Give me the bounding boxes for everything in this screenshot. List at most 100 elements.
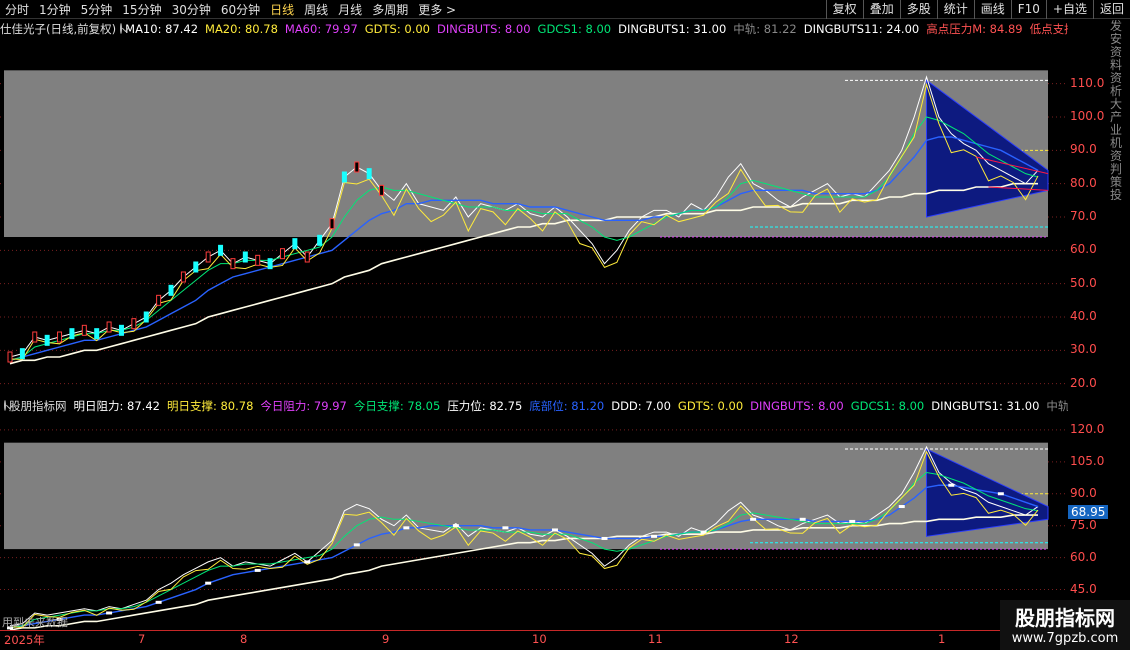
axis-tick-3: 75.0 xyxy=(1070,517,1097,532)
candle-7 xyxy=(94,328,100,340)
candle-21 xyxy=(267,258,273,270)
legend-item-6: DINGBUTS1: 31.00 xyxy=(618,21,727,36)
candle-1 xyxy=(19,348,25,360)
candle-30 xyxy=(379,184,385,196)
period-tab-5[interactable]: 60分钟 xyxy=(216,1,265,18)
legend-item-10: 低点支撑 xyxy=(1029,21,1068,36)
watermark-url: www.7gpzb.com xyxy=(1011,631,1119,646)
period-tab-2[interactable]: 5分钟 xyxy=(76,1,118,18)
period-tab-1[interactable]: 1分钟 xyxy=(34,1,76,18)
date-label-2: 8 xyxy=(240,632,248,646)
legend-item-8: DINGBUTS11: 24.00 xyxy=(803,21,920,36)
legend-item-8: DINGBUTS: 8.00 xyxy=(750,398,844,413)
action-button-7[interactable]: 返回 xyxy=(1092,0,1130,19)
period-tab-4[interactable]: 30分钟 xyxy=(167,1,216,18)
marker-72 xyxy=(898,505,905,509)
marker-60 xyxy=(750,517,757,521)
candle-3 xyxy=(44,334,50,346)
dropdown-icon[interactable] xyxy=(4,400,6,411)
axis-tick-1: 105.0 xyxy=(1070,453,1105,468)
date-label-1: 7 xyxy=(138,632,146,646)
date-axis: 2025年 7 8 9 10 11 12 1 xyxy=(0,630,1068,650)
candle-6 xyxy=(81,324,87,336)
candle-20 xyxy=(255,254,261,266)
period-tab-7[interactable]: 周线 xyxy=(299,1,333,18)
candle-15 xyxy=(193,261,199,273)
legend-item-2: MA60: 79.97 xyxy=(284,21,358,36)
candle-2 xyxy=(32,331,38,343)
legend-item-4: 压力位: 82.75 xyxy=(447,398,523,413)
action-button-2[interactable]: 多股 xyxy=(899,0,937,19)
indicator-axis: 120.0 105.0 90.0 75.0 60.0 45.0 68.95 xyxy=(1068,415,1118,630)
candle-18 xyxy=(230,258,236,270)
watermark: 股朋指标网 www.7gpzb.com xyxy=(1000,600,1130,650)
axis-tick-2: 90.0 xyxy=(1070,485,1097,500)
legend-item-9: 高点压力M: 84.89 xyxy=(926,21,1023,36)
candle-13 xyxy=(168,284,174,296)
marker-16 xyxy=(205,581,212,585)
period-tab-0[interactable]: 分时 xyxy=(0,1,34,18)
legend-item-5: GDCS1: 8.00 xyxy=(537,21,612,36)
indicator-chart[interactable] xyxy=(0,415,1068,630)
marker-28 xyxy=(353,543,360,547)
legend-item-0: MA10: 87.42 xyxy=(125,21,199,36)
date-label-4: 10 xyxy=(532,632,547,646)
stock-title[interactable]: 仕佳光子(日线,前复权) xyxy=(0,21,116,37)
main-price-axis: 110.0 100.0 90.0 80.0 70.0 60.0 50.0 40.0 30.0 20… xyxy=(1070,37,1110,397)
dropdown-icon[interactable] xyxy=(120,23,123,34)
candle-25 xyxy=(317,234,323,246)
toolbar: 分时 1分钟 5分钟 15分钟 30分钟 60分钟 日线 周线 月线 多周期 更多 > 复权 叠加 多股… xyxy=(0,0,1130,19)
legend-item-4: DINGBUTS: 8.00 xyxy=(437,21,531,36)
period-tab-6[interactable]: 日线 xyxy=(265,1,299,18)
candle-27 xyxy=(341,171,347,183)
marker-48 xyxy=(601,536,608,540)
legend-item-2: 今日阻力: 79.97 xyxy=(260,398,347,413)
candle-14 xyxy=(180,271,186,283)
marker-12 xyxy=(155,600,162,604)
candle-10 xyxy=(131,318,137,330)
axis-tick-4: 60.0 xyxy=(1070,549,1097,564)
candle-16 xyxy=(205,251,211,263)
period-tab-10[interactable]: 更多 > xyxy=(413,1,461,18)
legend-item-7: 中轨: 81.22 xyxy=(733,21,797,36)
action-button-1[interactable]: 叠加 xyxy=(862,0,900,19)
main-price-chart[interactable] xyxy=(0,37,1068,397)
period-tabs: 分时 1分钟 5分钟 15分钟 30分钟 60分钟 日线 周线 月线 多周期 更多 > xyxy=(0,1,461,18)
period-tab-9[interactable]: 多周期 xyxy=(367,1,413,18)
indicator-legend: 股朋指标网 明日阻力: 87.42 明日支撑: 80.78 今日阻力: 79.97 今… xyxy=(0,397,1068,414)
watermark-title: 股朋指标网 xyxy=(1015,606,1115,630)
candle-29 xyxy=(366,168,372,180)
marker-20 xyxy=(254,568,261,572)
action-button-4[interactable]: 画线 xyxy=(973,0,1011,19)
period-tab-3[interactable]: 15分钟 xyxy=(117,1,166,18)
action-button-3[interactable]: 统计 xyxy=(936,0,974,19)
axis-tick-0: 120.0 xyxy=(1070,421,1105,436)
legend-item-6: DDD: 7.00 xyxy=(611,398,671,413)
legend-item-1: MA20: 80.78 xyxy=(205,21,278,36)
marker-24 xyxy=(304,560,311,564)
candle-24 xyxy=(304,251,310,263)
marker-68 xyxy=(849,519,856,523)
future-data-note: 用到未来数据 xyxy=(2,616,68,629)
legend-item-7: GDTS: 0.00 xyxy=(677,398,744,413)
legend-item-9: GDCS1: 8.00 xyxy=(850,398,925,413)
range-zone xyxy=(4,442,1048,550)
marker-64 xyxy=(799,517,806,521)
indicator-title[interactable]: 股朋指标网 xyxy=(9,398,67,414)
candle-28 xyxy=(354,161,360,173)
date-label-3: 9 xyxy=(382,632,390,646)
action-button-0[interactable]: 复权 xyxy=(825,0,863,19)
candle-26 xyxy=(329,218,335,230)
main-chart-legend: 仕佳光子(日线,前复权) MA10: 87.42 MA20: 80.78 MA60:… xyxy=(0,20,1068,37)
marker-56 xyxy=(700,530,707,534)
period-tab-8[interactable]: 月线 xyxy=(333,1,367,18)
action-buttons: 复权 叠加 多股 统计 画线 F10 +自选 返回 xyxy=(825,0,1130,19)
marker-36 xyxy=(452,524,459,528)
action-button-5[interactable]: F10 xyxy=(1010,0,1046,19)
candle-5 xyxy=(69,328,75,340)
action-button-6[interactable]: +自选 xyxy=(1045,0,1093,19)
candle-12 xyxy=(156,294,162,306)
date-label-7: 1 xyxy=(938,632,946,646)
legend-item-5: 底部位: 81.20 xyxy=(529,398,605,413)
date-label-0: 2025年 xyxy=(4,633,45,647)
